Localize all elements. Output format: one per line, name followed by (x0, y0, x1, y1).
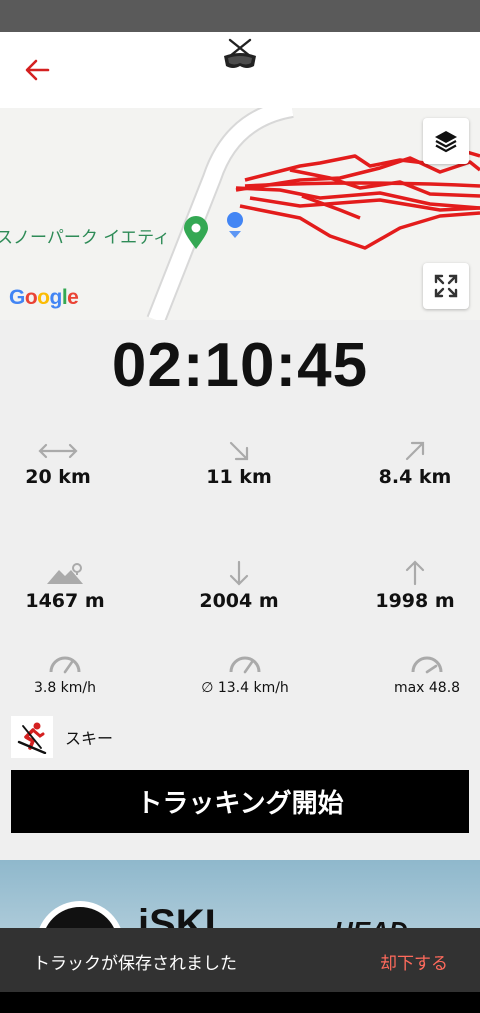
avg-speed-icon (229, 656, 261, 674)
stat-downhill-distance: 11 km (159, 440, 319, 488)
stat-value: 3.8 km/h (33, 680, 97, 696)
expand-icon (434, 274, 458, 298)
current-location-icon (227, 212, 243, 238)
stat-value: 2004 m (199, 590, 279, 612)
stat-value: 1467 m (25, 590, 105, 612)
poi-label: スノーパーク イエティ (0, 228, 171, 248)
google-attribution: Google (9, 286, 79, 309)
stat-value: 8.4 km (378, 466, 452, 488)
stat-ascent: 1998 m (335, 560, 480, 612)
back-button[interactable] (18, 52, 58, 88)
stat-avg-speed: ∅ 13.4 km/h (165, 654, 325, 696)
snackbar-dismiss-button[interactable]: 却下する (380, 949, 448, 974)
stat-altitude: 1467 m (0, 560, 145, 612)
speed-icon (49, 656, 81, 674)
stat-descent: 2004 m (159, 560, 319, 612)
layers-icon (435, 131, 457, 153)
snackbar-message: トラックが保存されました (33, 954, 237, 974)
status-bar (0, 0, 480, 32)
map-view[interactable]: スノーパーク イエティ Google (0, 108, 480, 320)
stat-value: ∅ 13.4 km/h (201, 680, 289, 696)
elapsed-timer: 02:10:45 (111, 331, 369, 400)
start-tracking-button[interactable]: トラッキング開始 (11, 770, 469, 833)
stat-value: 11 km (206, 466, 272, 488)
skier-icon (11, 716, 53, 758)
uphill-distance-icon (405, 441, 425, 461)
max-speed-icon (411, 656, 443, 674)
system-nav-bar (0, 992, 480, 1013)
ascent-icon (405, 560, 425, 586)
app-header (0, 32, 480, 109)
descent-icon (229, 560, 249, 586)
map-layers-button[interactable] (423, 118, 469, 164)
distance-icon (38, 443, 78, 459)
stat-speed: 3.8 km/h (0, 654, 145, 696)
stat-uphill-distance: 8.4 km (335, 440, 480, 488)
downhill-distance-icon (229, 441, 249, 461)
stat-value: 1998 m (375, 590, 455, 612)
activity-selector[interactable]: スキー (11, 716, 113, 758)
activity-label: スキー (65, 729, 114, 748)
stat-max-speed: max 48.8 (347, 654, 480, 696)
altitude-icon (47, 563, 83, 584)
ski-goggles-logo-icon (218, 36, 262, 76)
arrow-left-icon (25, 59, 50, 81)
stat-value: max 48.8 (393, 680, 461, 696)
snackbar: トラックが保存されました 却下する (0, 928, 480, 992)
stat-value: 20 km (25, 466, 91, 488)
map-fullscreen-button[interactable] (423, 263, 469, 309)
stat-distance: 20 km (0, 440, 138, 488)
